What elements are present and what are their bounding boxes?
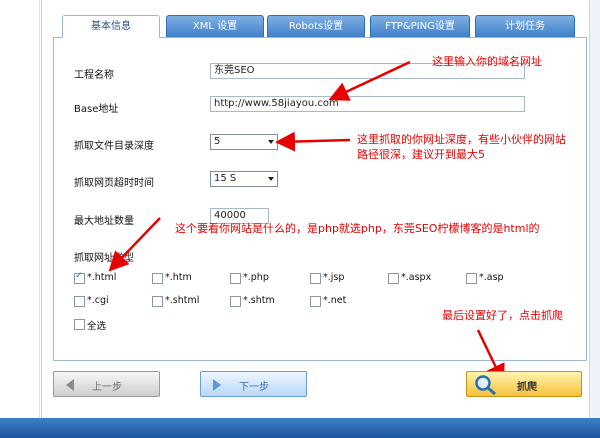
prev-button[interactable]: 上一步 [53, 371, 160, 397]
magnifier-icon [475, 375, 496, 396]
prev-button-label: 上一步 [92, 382, 122, 393]
arrow-to-depth-select [275, 131, 351, 152]
crawl-button[interactable]: 抓爬 [466, 371, 582, 397]
next-button[interactable]: 下一步 [200, 371, 307, 397]
arrow-left-icon [66, 379, 74, 391]
taskbar [0, 418, 600, 438]
arrow-to-html-checkbox [108, 217, 161, 272]
crawl-button-label: 抓爬 [517, 382, 537, 393]
arrow-to-base-url [328, 60, 411, 101]
tab-basic-info[interactable]: 基本信息 [62, 15, 160, 38]
next-button-label: 下一步 [239, 382, 269, 393]
arrow-right-icon [213, 379, 221, 391]
